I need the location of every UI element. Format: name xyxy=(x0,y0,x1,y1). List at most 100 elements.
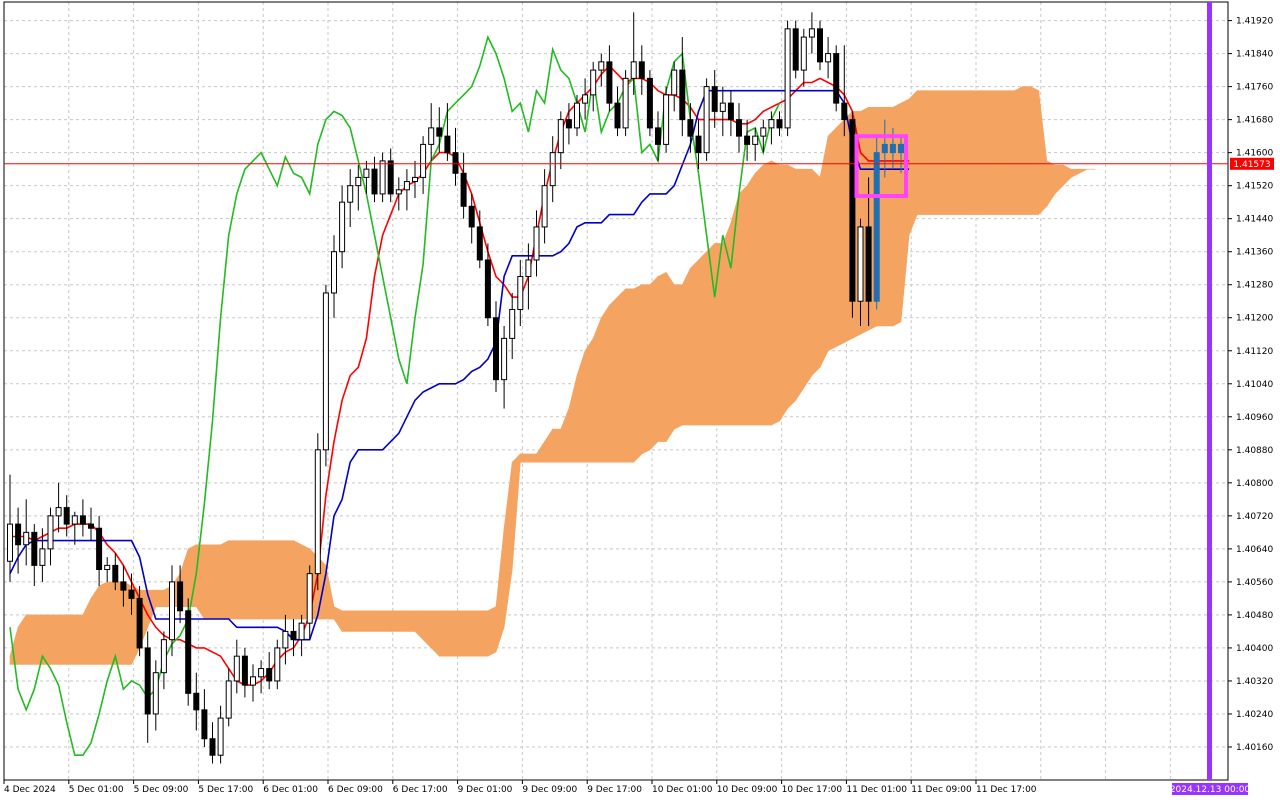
candle-body xyxy=(136,597,143,649)
candle-body xyxy=(598,61,605,71)
candle-body xyxy=(671,69,678,96)
kumo-segment xyxy=(1005,90,1015,215)
candle-body xyxy=(565,119,572,129)
candle-body xyxy=(476,226,483,261)
kumo-segment xyxy=(981,90,991,215)
kumo-segment xyxy=(50,614,59,665)
y-tick-label: 1.41680 xyxy=(1236,116,1273,126)
candle-body xyxy=(833,53,840,104)
vertical-time-marker[interactable] xyxy=(1207,2,1212,780)
candle-body xyxy=(493,317,499,381)
kumo-segment xyxy=(835,118,845,348)
kumo-segment xyxy=(827,127,837,352)
candle-body xyxy=(776,119,783,129)
kumo-segment xyxy=(762,160,772,426)
kumo-segment xyxy=(1022,86,1031,215)
kumo-segment xyxy=(779,164,788,422)
candle xyxy=(792,20,799,79)
kumo-segment xyxy=(997,90,1007,215)
kumo-segment xyxy=(244,540,254,620)
kumo-segment xyxy=(220,540,229,620)
kumo-segment xyxy=(196,544,205,621)
x-tick-label: 4 Dec 2024 xyxy=(4,785,56,795)
candle-body xyxy=(638,61,645,79)
kumo-segment xyxy=(106,581,116,665)
candle-body xyxy=(865,226,872,302)
candle-body xyxy=(646,77,653,129)
kumo-segment xyxy=(438,610,448,657)
candle xyxy=(703,78,710,161)
kumo-segment xyxy=(390,610,400,632)
candle-body xyxy=(88,523,94,529)
candle-body xyxy=(128,589,135,599)
kumo-segment xyxy=(584,337,594,463)
candle-body xyxy=(160,639,167,674)
candle-body xyxy=(509,308,516,339)
candle-body xyxy=(484,259,491,319)
candle-body xyxy=(39,548,46,566)
kumo-segment xyxy=(90,585,100,665)
kumo-segment xyxy=(941,90,950,215)
candle-body xyxy=(711,86,718,112)
y-tick-label: 1.41200 xyxy=(1236,314,1273,324)
kumo-segment xyxy=(447,610,456,657)
kumo-segment xyxy=(657,271,667,442)
candle-body xyxy=(258,668,265,678)
x-tick-label: 5 Dec 01:00 xyxy=(69,785,124,795)
candle-body xyxy=(687,119,694,137)
y-tick-label: 1.41040 xyxy=(1236,380,1273,390)
kumo-segment xyxy=(58,614,67,665)
kumo-segment xyxy=(884,106,894,327)
y-tick-label: 1.40480 xyxy=(1236,611,1273,621)
candle-body xyxy=(225,680,232,719)
kumo-segment xyxy=(633,284,643,463)
kumo-segment xyxy=(285,540,294,620)
kumo-segment xyxy=(479,610,489,657)
candle-body xyxy=(314,449,321,575)
candle-body xyxy=(881,143,888,154)
x-tick-label: 10 Dec 09:00 xyxy=(717,785,778,795)
candle-body xyxy=(792,28,799,71)
candle-body xyxy=(395,189,402,195)
candle-body xyxy=(800,36,807,71)
candle xyxy=(663,86,670,153)
kumo-segment xyxy=(787,164,797,410)
kumo-segment xyxy=(276,540,286,620)
date-tag-label: 2024.12.13 00:00 xyxy=(1170,785,1251,795)
candle-body xyxy=(825,53,832,63)
kumo-segment xyxy=(25,614,35,665)
candle-body xyxy=(873,152,880,302)
kumo-segment xyxy=(33,614,43,665)
y-tick-label: 1.41920 xyxy=(1236,17,1273,27)
candle-body xyxy=(274,647,281,682)
y-tick-label: 1.41440 xyxy=(1236,215,1273,225)
y-tick-label: 1.41280 xyxy=(1236,281,1273,291)
kumo-segment xyxy=(600,304,610,463)
candle-body xyxy=(622,77,629,129)
candle-body xyxy=(655,127,661,145)
candle-body xyxy=(217,717,224,756)
y-tick-label: 1.41840 xyxy=(1236,50,1273,60)
x-tick-label: 9 Dec 01:00 xyxy=(458,785,513,795)
candle-body xyxy=(355,176,362,187)
kumo-segment xyxy=(738,184,748,426)
candle-body xyxy=(428,127,435,145)
kumo-segment xyxy=(819,136,829,368)
kumo-segment xyxy=(398,610,408,632)
x-tick-label: 6 Dec 01:00 xyxy=(263,785,318,795)
candle-body xyxy=(695,135,702,154)
candle-body xyxy=(590,69,597,96)
y-tick-label: 1.41760 xyxy=(1236,83,1273,93)
kumo-segment xyxy=(649,275,659,451)
kumo-segment xyxy=(382,610,392,632)
candle-body xyxy=(736,119,742,137)
ichimoku-chart[interactable]: 1.419201.418401.417601.416801.416001.415… xyxy=(0,0,1280,800)
kumo-segment xyxy=(973,90,983,215)
candle-body xyxy=(460,172,467,207)
candle-body xyxy=(282,630,289,649)
kumo-segment xyxy=(771,160,780,426)
kumo-segment xyxy=(66,614,76,665)
candle-body xyxy=(241,655,248,686)
candle-body xyxy=(817,28,823,63)
kumo-segment xyxy=(455,610,464,657)
